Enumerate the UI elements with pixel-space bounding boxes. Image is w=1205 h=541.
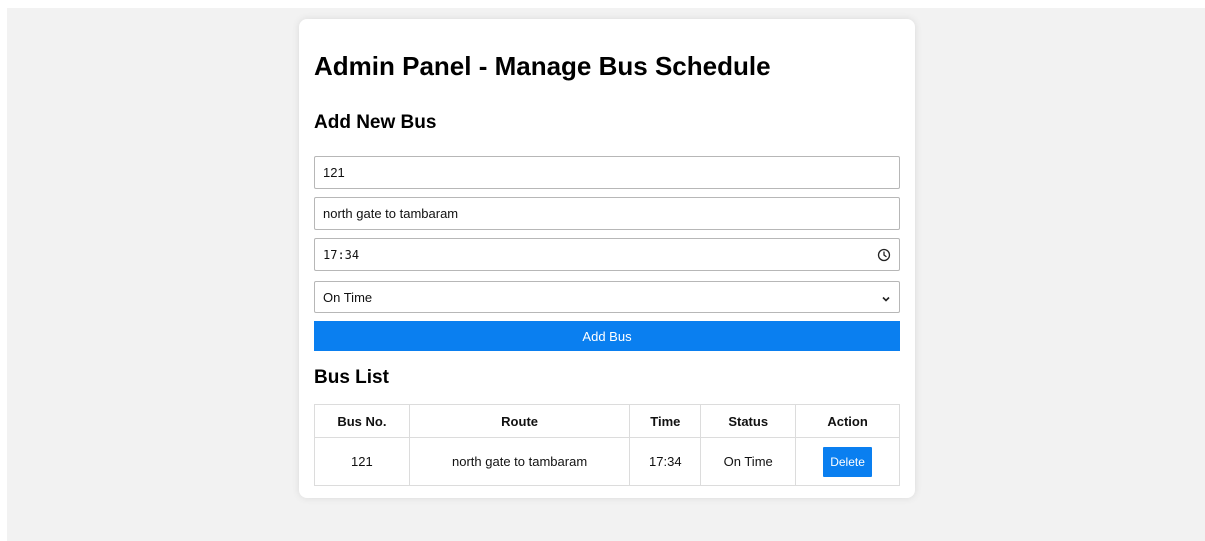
cell-bus-no: 121 xyxy=(314,437,410,486)
route-value: north gate to tambaram xyxy=(323,206,459,221)
add-new-bus-heading: Add New Bus xyxy=(314,112,437,133)
cell-status: On Time xyxy=(700,437,797,486)
bus-list-table: Bus No. Route Time Status Action 121 nor… xyxy=(314,404,900,486)
chevron-down-icon xyxy=(881,292,891,302)
header-route: Route xyxy=(408,404,631,438)
status-select[interactable]: On Time xyxy=(314,281,900,313)
cell-route: north gate to tambaram xyxy=(408,437,631,486)
time-value: 17:34 xyxy=(323,247,360,262)
add-bus-button[interactable]: Add Bus xyxy=(314,321,900,351)
bus-list-heading: Bus List xyxy=(314,367,389,388)
table-row: 121 north gate to tambaram 17:34 On Time… xyxy=(314,437,900,486)
clock-icon[interactable] xyxy=(877,248,891,262)
header-status: Status xyxy=(700,404,797,438)
route-input[interactable]: north gate to tambaram xyxy=(314,197,900,230)
status-selected-value: On Time xyxy=(323,289,373,305)
time-input[interactable]: 17:34 xyxy=(314,238,900,271)
cell-action: Delete xyxy=(795,437,900,486)
admin-panel-card: Admin Panel - Manage Bus Schedule Add Ne… xyxy=(299,19,915,498)
header-time: Time xyxy=(629,404,702,438)
delete-button[interactable]: Delete xyxy=(823,446,872,477)
bus-number-value: 121 xyxy=(323,165,345,180)
table-header-row: Bus No. Route Time Status Action xyxy=(314,404,900,438)
bus-number-input[interactable]: 121 xyxy=(314,156,900,189)
page-title: Admin Panel - Manage Bus Schedule xyxy=(314,51,771,81)
header-bus-no: Bus No. xyxy=(314,404,410,438)
header-action: Action xyxy=(795,404,900,438)
cell-time: 17:34 xyxy=(629,437,702,486)
